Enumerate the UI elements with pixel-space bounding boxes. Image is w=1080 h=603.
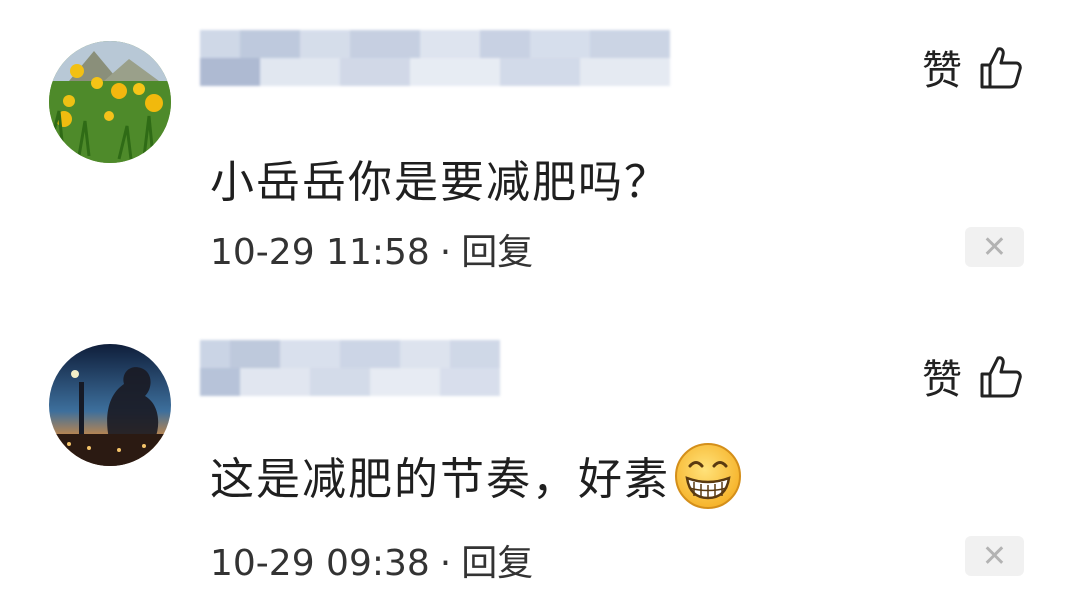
comment-item: 赞 这是减肥的节奏，好素 10-29 09:38 · 回复 ✕ bbox=[0, 310, 1080, 603]
reply-button[interactable]: 回复 bbox=[461, 232, 533, 273]
separator: · bbox=[439, 232, 452, 273]
separator: · bbox=[439, 543, 452, 584]
avatar[interactable] bbox=[49, 41, 171, 163]
comment-text: 小岳岳你是要减肥吗？ bbox=[210, 157, 670, 208]
timestamp: 10-29 09:38 bbox=[210, 543, 430, 584]
avatar[interactable] bbox=[49, 344, 171, 466]
thumbs-up-icon bbox=[980, 47, 1022, 89]
comment-item: 赞 小岳岳你是要减肥吗？ 10-29 11:58 · 回复 ✕ bbox=[0, 0, 1080, 300]
like-button[interactable]: 赞 bbox=[922, 38, 1024, 96]
username-blurred[interactable] bbox=[200, 340, 500, 396]
grinning-emoji-icon bbox=[675, 443, 741, 509]
comment-meta: 10-29 09:38 · 回复 bbox=[210, 534, 533, 586]
comment-meta: 10-29 11:58 · 回复 bbox=[210, 223, 533, 275]
thumbs-up-icon bbox=[980, 356, 1022, 398]
close-icon: ✕ bbox=[981, 229, 1008, 265]
reply-button[interactable]: 回复 bbox=[461, 543, 533, 584]
like-label: 赞 bbox=[922, 357, 962, 403]
comment-text: 这是减肥的节奏，好素 bbox=[210, 443, 744, 518]
like-label: 赞 bbox=[922, 48, 962, 94]
like-button[interactable]: 赞 bbox=[922, 347, 1024, 405]
close-icon: ✕ bbox=[981, 538, 1008, 574]
comment-text-content: 这是减肥的节奏，好素 bbox=[210, 454, 670, 505]
timestamp: 10-29 11:58 bbox=[210, 232, 430, 273]
username-blurred[interactable] bbox=[200, 30, 670, 86]
dismiss-button[interactable]: ✕ bbox=[965, 227, 1024, 267]
dismiss-button[interactable]: ✕ bbox=[965, 536, 1024, 576]
